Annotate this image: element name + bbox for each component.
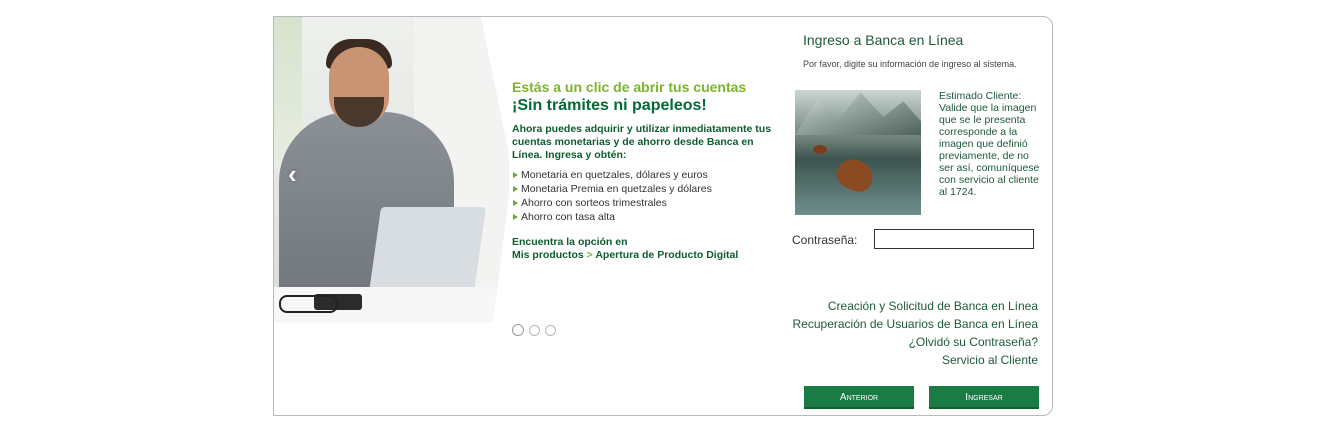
security-note: Estimado Cliente: Valide que la imagen q… <box>939 90 1040 198</box>
promo-subheadline: ¡Sin trámites ni papeleos! <box>512 97 707 114</box>
list-item: Monetaria Premia en quetzales y dólares <box>512 182 782 196</box>
promo-text: Estás a un clic de abrir tus cuentas ¡Si… <box>512 79 782 262</box>
list-item: Ahorro con tasa alta <box>512 210 782 224</box>
password-input[interactable] <box>874 229 1034 249</box>
promo-benefits: Monetaria en quetzales, dólares y euros … <box>512 168 782 224</box>
banner-photo <box>274 17 509 323</box>
login-subtitle: Por favor, digite su información de ingr… <box>803 59 1017 69</box>
previous-button[interactable]: Anterior <box>804 386 914 409</box>
carousel-dot[interactable] <box>512 324 524 336</box>
help-links: Creación y Solicitud de Banca en Línea R… <box>793 297 1039 369</box>
link-customer-service[interactable]: Servicio al Cliente <box>793 351 1038 369</box>
promo-banner: ‹ Estás a un clic de abrir tus cuentas ¡… <box>274 17 784 327</box>
list-item: Monetaria en quetzales, dólares y euros <box>512 168 782 182</box>
security-image <box>795 90 921 215</box>
login-button[interactable]: Ingresar <box>929 386 1039 409</box>
chevron-left-icon[interactable]: ‹ <box>288 159 297 190</box>
promo-headline: Estás a un clic de abrir tus cuentas <box>512 79 747 95</box>
list-item: Ahorro con sorteos trimestrales <box>512 196 782 210</box>
link-forgot-password[interactable]: ¿Olvidó su Contraseña? <box>793 333 1038 351</box>
path-part: Mis productos <box>512 249 584 261</box>
link-create-online-banking[interactable]: Creación y Solicitud de Banca en Línea <box>793 297 1038 315</box>
link-recover-user[interactable]: Recuperación de Usuarios de Banca en Lín… <box>793 315 1039 333</box>
login-title: Ingreso a Banca en Línea <box>803 32 964 48</box>
carousel-dot[interactable] <box>545 325 556 336</box>
carousel-dots <box>512 323 561 341</box>
promo-find-label: Encuentra la opción en <box>512 236 628 248</box>
password-label: Contraseña: <box>792 233 858 247</box>
login-panel: ‹ Estás a un clic de abrir tus cuentas ¡… <box>273 16 1053 416</box>
path-part: Apertura de Producto Digital <box>595 249 739 261</box>
carousel-dot[interactable] <box>529 325 540 336</box>
promo-intro: Ahora puedes adquirir y utilizar inmedia… <box>512 123 772 161</box>
path-separator: > <box>583 249 596 261</box>
promo-path: Mis productos > Apertura de Producto Dig… <box>512 249 782 262</box>
